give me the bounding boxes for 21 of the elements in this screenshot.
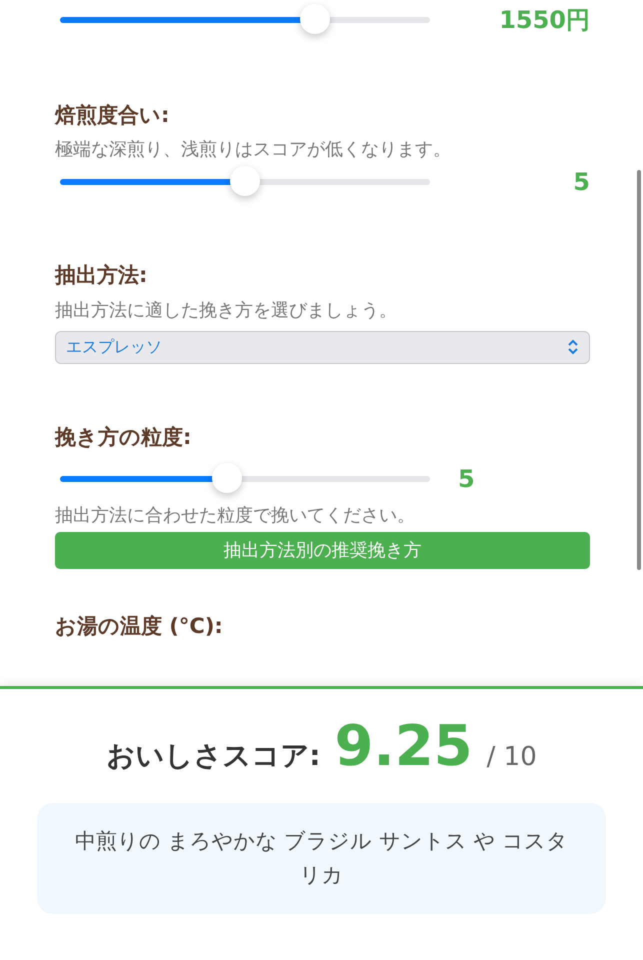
value-text: 5 [458, 464, 475, 496]
hint-text: 極端な深煎り、浅煎りはスコアが低くなります。 [55, 138, 452, 162]
recommendation-text: 中煎りの まろやかな ブラジル サントス や コスタリカ [37, 803, 606, 914]
field-label: 焙煎度合い: [55, 102, 170, 129]
score-value: 9.25 [334, 719, 473, 775]
slider-handle[interactable] [230, 166, 260, 196]
scrollbar[interactable] [637, 170, 641, 570]
value-text: 1550円 [499, 5, 590, 36]
hint-text: 抽出方法に合わせた粒度で挽いてください。 [55, 504, 416, 528]
field-label: お湯の温度 (°C): [55, 613, 224, 640]
field-label: 抽出方法: [55, 262, 148, 290]
recommendation-button[interactable]: 抽出方法別の推奨挽き方 [55, 532, 590, 570]
field-label: 挽き方の粒度: [55, 424, 192, 451]
score-label: おいしさスコア: [106, 738, 320, 774]
score-max: / 10 [486, 741, 537, 774]
chevron-up-down-icon [567, 339, 579, 356]
value-text: 5 [573, 167, 590, 198]
slider-handle[interactable] [300, 4, 330, 34]
method-dropdown[interactable]: エスプレッソ [55, 330, 590, 364]
hint-text: 抽出方法に適した挽き方を選びましょう。 [55, 298, 398, 323]
slider-handle[interactable] [212, 463, 242, 494]
